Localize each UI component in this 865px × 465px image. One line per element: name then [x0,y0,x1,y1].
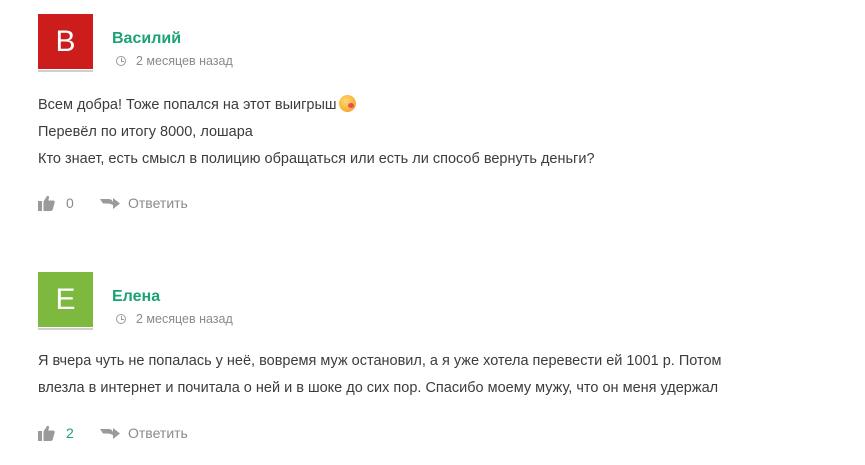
comment-time: 2 месяцев назад [136,312,233,326]
comment-line: Кто знает, есть смысл в полицию обращать… [38,151,595,167]
comment-actions: 0 Ответить [38,195,188,211]
comment-line: влезла в интернет и почитала о ней и в ш… [38,380,719,396]
avatar: Е [38,272,93,330]
comment-meta: 2 месяцев назад [116,52,233,70]
comment-line: Всем добра! Тоже попался на этот выигрыш [38,92,595,119]
thumbs-up-icon[interactable] [38,425,55,441]
reply-arrow-icon[interactable] [100,196,120,210]
comments-list: В Василий 2 месяцев назад Всем добра! То… [0,0,865,465]
comment-meta: 2 месяцев назад [116,310,233,328]
comment-line: Я вчера чуть не попалась у неё, вовремя … [38,353,722,369]
reply-button[interactable]: Ответить [128,425,188,441]
comment-body: Я вчера чуть не попалась у неё, вовремя … [38,348,722,402]
comment-author[interactable]: Елена [112,287,160,307]
like-count: 2 [66,425,74,441]
comment-time: 2 месяцев назад [136,54,233,68]
thumbs-up-icon[interactable] [38,195,55,211]
comment-line: Перевёл по итогу 8000, лошара [38,124,253,140]
clock-icon [116,314,126,324]
comment-author[interactable]: Василий [112,29,181,49]
like-count: 0 [66,195,74,211]
clock-icon [116,56,126,66]
dizzy-face-emoji-icon [338,95,356,112]
reply-arrow-icon[interactable] [100,426,120,440]
comment-body: Всем добра! Тоже попался на этот выигрыш… [38,92,595,173]
comment-actions: 2 Ответить [38,425,188,441]
avatar: В [38,14,93,72]
reply-button[interactable]: Ответить [128,195,188,211]
